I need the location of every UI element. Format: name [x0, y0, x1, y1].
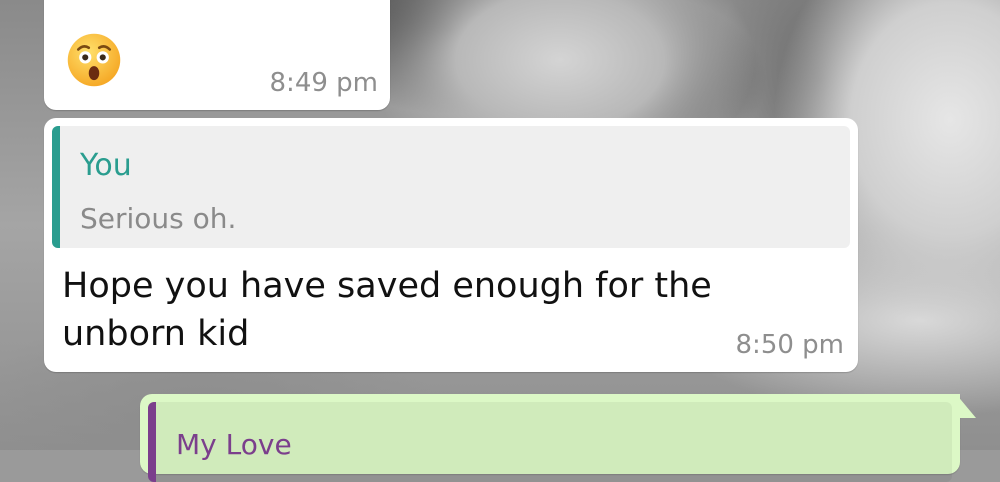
message-timestamp: 8:50 pm — [735, 330, 844, 360]
astonished-face-icon — [67, 33, 121, 87]
incoming-message-bubble[interactable]: 8:49 pm — [44, 0, 390, 110]
quoted-author: My Love — [176, 428, 292, 461]
quoted-message[interactable]: You Serious oh. — [52, 126, 850, 248]
quote-accent-bar — [148, 402, 156, 482]
message-timestamp: 8:49 pm — [269, 68, 378, 98]
outgoing-bubble-tail — [956, 394, 976, 418]
quoted-text: Serious oh. — [80, 202, 237, 235]
quote-accent-bar — [52, 126, 60, 248]
outgoing-message-bubble[interactable]: My Love — [140, 394, 960, 482]
message-text: Hope you have saved enough for the unbor… — [62, 266, 712, 354]
incoming-message-bubble[interactable]: You Serious oh. Hope you have saved enou… — [44, 118, 858, 372]
quoted-message[interactable]: My Love — [148, 402, 952, 482]
quoted-author: You — [80, 148, 132, 183]
